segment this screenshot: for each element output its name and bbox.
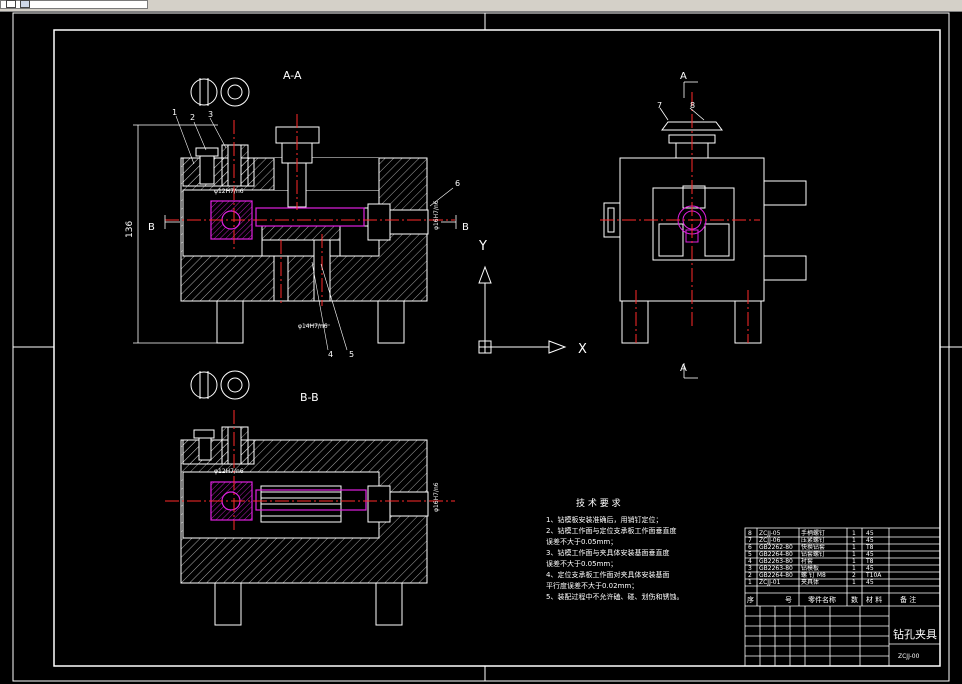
bom-cell: 45 (866, 537, 874, 544)
bom-header-qty: 数 (851, 595, 858, 604)
notes-lines: 1、钻模板安装准确后，用销钉定位； 2、钻模工作面与定位支承板工作面垂直度 误差… (546, 515, 683, 601)
notes-title: 技 术 要 求 (576, 497, 621, 509)
note-line-2: 2、钻模工作面与定位支承板工作面垂直度 (546, 526, 676, 535)
bom-cell: 8 (748, 530, 752, 537)
toolbar-button-2[interactable] (20, 0, 30, 8)
callout-7: 7 (657, 101, 662, 110)
section-b-right-label: B (462, 222, 469, 233)
bom-cell: 7 (748, 537, 752, 544)
note-line-6: 4、定位支承板工作面对夹具体安装基面 (546, 570, 669, 579)
bom-cell: 1 (852, 530, 856, 537)
dimension-136: 136 (125, 221, 135, 238)
bom-header: 序 号 零件名称 数 材 料 备 注 (747, 595, 916, 604)
bom-cell: 夹具体 (801, 578, 819, 586)
bom-cell: 1 (748, 579, 752, 586)
callout-8: 8 (690, 101, 695, 110)
fit-label-1: φ12H7/n6 (214, 188, 244, 195)
bom-cell: 手柄螺钉 (801, 529, 825, 537)
bom-cell: 钻套螺钉 (801, 550, 825, 558)
bom-header-code: 号 (785, 596, 792, 604)
bom-header-name: 零件名称 (808, 595, 836, 604)
bom-cell: T10A (865, 572, 882, 579)
section-b-left-label: B (148, 222, 155, 233)
fit-label-3: φ12H7/n6 (214, 468, 244, 475)
bom-cell: 45 (866, 565, 874, 572)
fit-label-side-2: φ16H7/n6 (433, 482, 440, 512)
bom-cell: 1 (852, 537, 856, 544)
bom-cell: 3 (748, 565, 752, 572)
bom-header-remark: 备 注 (900, 595, 916, 604)
bom-cell: T8 (865, 558, 874, 565)
bom-cell: T8 (865, 544, 874, 551)
bom-cell: GB2263-80 (759, 565, 793, 572)
callout-3: 3 (208, 110, 213, 119)
toolbar-button-1[interactable] (6, 0, 16, 8)
fit-label-2: φ14H7/n6 (298, 323, 328, 330)
section-bb-title: B-B (300, 391, 319, 404)
bom-cell: GB2264-80 (759, 551, 793, 558)
callout-6: 6 (455, 179, 460, 188)
bom-cell: 2 (748, 572, 752, 579)
bom-cell: 45 (866, 530, 874, 537)
bom-cell: GB2262-80 (759, 544, 793, 551)
bom-cell: 钻模板 (801, 564, 819, 572)
bom-cell: 1 (852, 551, 856, 558)
note-line-4: 3、钻模工作面与夹具体安装基面垂直度 (546, 548, 669, 557)
bom-cell: 6 (748, 544, 752, 551)
fit-label-side-1: φ16H7/n6 (433, 200, 440, 230)
bom-cell: 1 (852, 544, 856, 551)
callout-5: 5 (349, 350, 354, 359)
callout-4: 4 (328, 350, 333, 359)
axis-x-label: X (578, 342, 587, 357)
section-aa-title: A-A (283, 69, 302, 82)
bom-cell: 1 (852, 579, 856, 586)
bom-cell: 2 (852, 572, 856, 579)
bom-cell: GB2263-80 (759, 558, 793, 565)
note-line-5: 误差不大于0.05mm； (546, 559, 617, 568)
note-line-7: 平行度误差不大于0.02mm； (546, 581, 638, 590)
bom-cell: 45 (866, 579, 874, 586)
side-view (603, 121, 807, 344)
bom-cell: GB2264-80 (759, 572, 793, 579)
bom-cell: 压紧螺钉 (801, 536, 825, 544)
title-block-code: ZCJJ-00 (898, 653, 920, 660)
axis-y-label: Y (478, 239, 487, 254)
note-line-8: 5、装配过程中不允许磕、碰、划伤和锈蚀。 (546, 592, 683, 601)
bom-cell: 4 (748, 558, 752, 565)
title-block-name: 钻孔夹具 (893, 627, 937, 641)
bom-cell: 衬套 (801, 557, 813, 565)
bom-cell: ZCJJ-06 (759, 537, 781, 544)
bom-cell: 45 (866, 551, 874, 558)
bom-header-material: 材 料 (866, 595, 882, 604)
bom-cell: 5 (748, 551, 752, 558)
note-line-3: 误差不大于0.05mm； (546, 537, 617, 546)
callout-2: 2 (190, 113, 195, 122)
bom-cell: 螺 钉 M8 (801, 571, 826, 579)
bom-cell: 1 (852, 558, 856, 565)
bom-cell: ZCJJ-05 (759, 530, 781, 537)
section-a-top-label: A (680, 71, 687, 82)
section-a-bottom-label: A (680, 363, 687, 374)
bom-cell: 快换钻套 (801, 543, 825, 551)
bom-cell: ZCJJ-01 (759, 579, 781, 586)
callout-1: 1 (172, 108, 177, 117)
bom-cell: 1 (852, 565, 856, 572)
drawing-canvas[interactable]: 136 A-A B B 1 2 3 4 5 6 φ12H7/n6 φ14H7/n… (0, 11, 962, 684)
bom-header-seq: 序 (747, 595, 754, 604)
note-line-1: 1、钻模板安装准确后，用销钉定位； (546, 515, 662, 524)
ucs-icon (478, 265, 567, 354)
